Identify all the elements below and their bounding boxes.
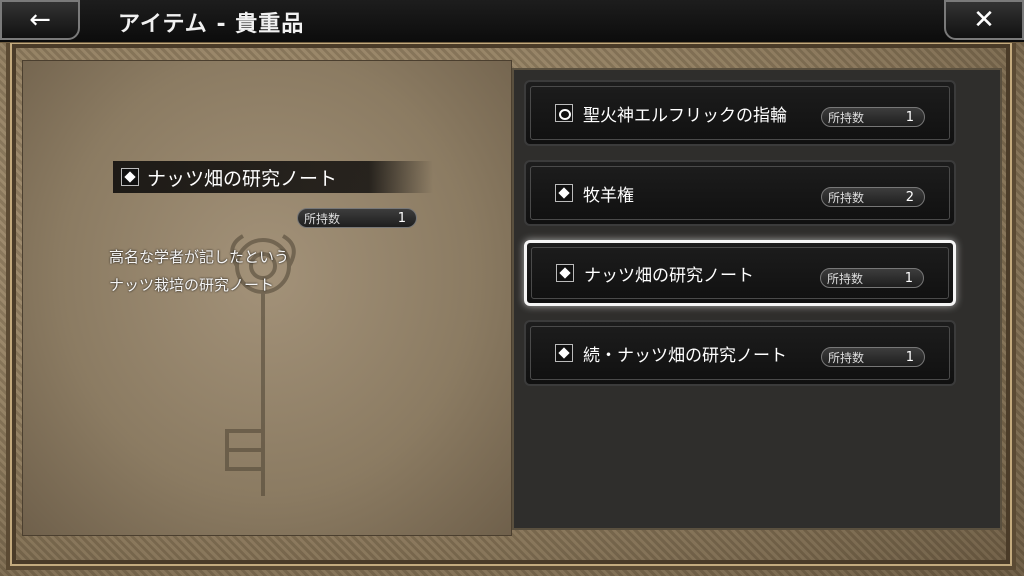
item-row[interactable]: 聖火神エルフリックの指輪 所持数 1 [524, 80, 956, 146]
back-button[interactable]: ← [0, 0, 80, 40]
detail-item-name: ナッツ畑の研究ノート [147, 167, 338, 190]
diamond-icon [121, 168, 139, 186]
diamond-icon [555, 344, 573, 362]
back-arrow-icon: ← [29, 5, 51, 35]
item-description: 高名な学者が記したという ナッツ栽培の研究ノート [109, 243, 289, 299]
ring-icon [555, 104, 573, 122]
quantity-value: 1 [397, 210, 406, 226]
top-bar: ← アイテム - 貴重品 ✕ [0, 0, 1024, 43]
item-quantity: 所持数 1 [821, 347, 925, 367]
quantity-value: 1 [905, 109, 914, 125]
item-row[interactable]: 牧羊権 所持数 2 [524, 160, 956, 226]
detail-quantity: 所持数 1 [297, 208, 417, 228]
description-line: 高名な学者が記したという [109, 248, 290, 266]
quantity-label: 所持数 [827, 271, 864, 286]
item-name: 牧羊権 [583, 185, 634, 206]
quantity-label: 所持数 [828, 190, 865, 205]
diamond-icon [556, 264, 574, 282]
detail-title-bar: ナッツ畑の研究ノート [113, 161, 433, 193]
quantity-label: 所持数 [304, 211, 341, 226]
quantity-value: 1 [904, 270, 913, 286]
quantity-value: 1 [905, 349, 914, 365]
close-icon: ✕ [973, 5, 995, 35]
item-quantity: 所持数 1 [820, 268, 924, 288]
item-quantity: 所持数 2 [821, 187, 925, 207]
quantity-value: 2 [905, 189, 914, 205]
quantity-label: 所持数 [828, 110, 865, 125]
item-name: ナッツ畑の研究ノート [584, 265, 754, 286]
page-title: アイテム - 貴重品 [118, 12, 305, 37]
item-name: 続・ナッツ畑の研究ノート [583, 345, 787, 366]
item-list-panel: 聖火神エルフリックの指輪 所持数 1 牧羊権 所持数 2 ナッツ畑の研究ノート … [512, 68, 1002, 530]
description-line: ナッツ栽培の研究ノート [109, 276, 275, 294]
close-button[interactable]: ✕ [944, 0, 1024, 40]
item-name: 聖火神エルフリックの指輪 [583, 105, 787, 126]
item-detail-panel: ナッツ畑の研究ノート 所持数 1 高名な学者が記したという ナッツ栽培の研究ノー… [22, 60, 512, 536]
item-row-selected[interactable]: ナッツ畑の研究ノート 所持数 1 [524, 240, 956, 306]
diamond-icon [555, 184, 573, 202]
item-row[interactable]: 続・ナッツ畑の研究ノート 所持数 1 [524, 320, 956, 386]
item-quantity: 所持数 1 [821, 107, 925, 127]
quantity-label: 所持数 [828, 350, 865, 365]
